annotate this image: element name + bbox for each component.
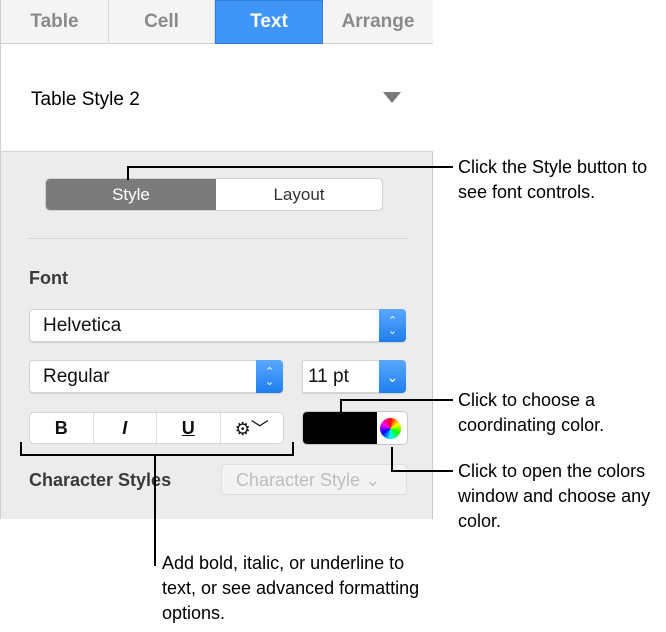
character-style-popup[interactable]: Character Style ⌄ [221, 464, 407, 495]
font-size-field[interactable]: 11 pt ⌄ [302, 360, 406, 393]
bold-button[interactable]: B [30, 413, 94, 443]
underline-button[interactable]: U [157, 413, 221, 443]
callout-color: Click to choose a coordinating color. [458, 390, 605, 435]
callout-format: Add bold, italic, or underline to text, … [162, 553, 420, 623]
format-button-group: B I U ⚙﹀ [29, 412, 284, 444]
callout-style: Click the Style button to see font contr… [458, 157, 648, 202]
typeface-value: Regular [43, 365, 110, 387]
callout-line [127, 166, 453, 168]
character-style-value: Character Style [236, 470, 361, 490]
advanced-options-button[interactable]: ⚙﹀ [221, 413, 284, 443]
table-style-name: Table Style 2 [31, 89, 140, 110]
format-sidebar: Table Cell Text Arrange Table Style 2 St… [0, 0, 433, 519]
layout-button[interactable]: Layout [216, 179, 382, 210]
font-family-popup[interactable]: Helvetica ⌃ ⌄ [29, 309, 406, 342]
font-size-value: 11 pt [308, 365, 349, 387]
callout-line [340, 399, 453, 401]
disclosure-triangle-icon[interactable] [383, 92, 401, 103]
font-section-label: Font [29, 268, 68, 288]
callout-bracket [20, 454, 294, 456]
callout-bracket [20, 442, 22, 456]
callout-bracket [292, 442, 294, 456]
character-styles-label: Character Styles [29, 470, 172, 490]
tab-cell[interactable]: Cell [109, 0, 215, 44]
style-layout-segmented-control: Style Layout [45, 178, 383, 211]
callout-line [391, 447, 393, 472]
tab-bar: Table Cell Text Arrange [1, 0, 433, 44]
stepper-arrows-icon: ⌃ ⌄ [379, 309, 406, 342]
callout-line [391, 470, 453, 472]
stepper-arrows-icon: ⌃ ⌄ [256, 360, 283, 393]
typeface-popup[interactable]: Regular ⌃ ⌄ [29, 360, 283, 393]
font-family-value: Helvetica [43, 314, 122, 336]
tab-text[interactable]: Text [215, 0, 323, 44]
style-button[interactable]: Style [46, 179, 216, 210]
callout-color-wheel: Click to open the colors window and choo… [458, 461, 651, 531]
callout-line [127, 166, 129, 180]
divider [28, 238, 408, 239]
tab-table[interactable]: Table [1, 0, 109, 44]
chevron-down-icon: ⌄ [365, 470, 381, 490]
color-well[interactable] [303, 412, 377, 444]
italic-button[interactable]: I [94, 413, 157, 443]
tab-arrange[interactable]: Arrange [323, 0, 433, 44]
color-wheel-icon[interactable] [380, 418, 401, 439]
chevron-down-icon[interactable]: ⌄ [379, 360, 406, 393]
gear-icon: ⚙﹀ [234, 419, 269, 439]
table-style-selector[interactable]: Table Style 2 [1, 44, 433, 152]
color-control [302, 411, 408, 445]
callout-line [154, 454, 156, 566]
